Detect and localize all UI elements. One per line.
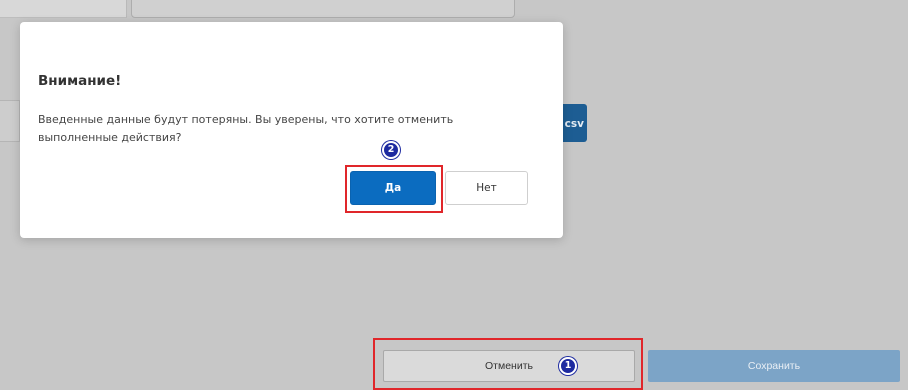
confirm-dialog: Внимание! Введенные данные будут потерян…	[20, 22, 563, 238]
background-panel	[0, 0, 127, 18]
confirm-no-button[interactable]: Нет	[445, 171, 528, 205]
page-background: { "background_page": { "csv_button_label…	[0, 0, 908, 390]
dialog-title: Внимание!	[38, 73, 122, 89]
background-input-field[interactable]	[131, 0, 515, 18]
confirm-yes-button[interactable]: Да	[350, 171, 436, 205]
save-button[interactable]: Сохранить	[648, 350, 900, 382]
step-badge-1: 1	[559, 357, 577, 375]
dialog-message: Введенные данные будут потеряны. Вы увер…	[38, 113, 454, 144]
step-badge-2: 2	[382, 141, 400, 159]
cancel-button[interactable]: Отменить	[383, 350, 635, 382]
background-left-field	[0, 100, 20, 142]
